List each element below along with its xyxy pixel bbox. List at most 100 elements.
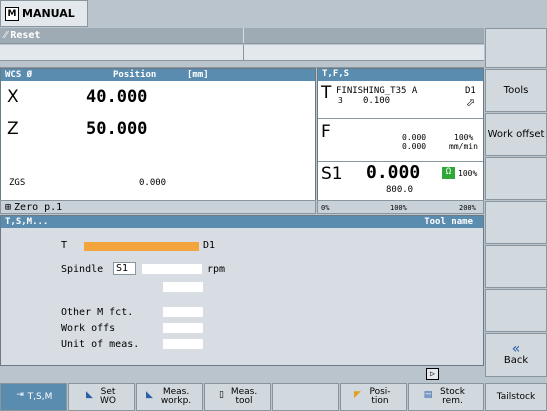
feed-letter: F <box>321 122 331 142</box>
stock-rem-softkey[interactable]: ▤ Stock rem. <box>408 383 484 411</box>
tool-name: FINISHING_T35 A <box>336 86 418 96</box>
meas-workp-softkey[interactable]: ◣ Meas. workp. <box>136 383 203 411</box>
tool-d: D1 <box>465 86 476 96</box>
tsm-title: T,S,M... <box>5 217 49 227</box>
unit-label: [mm] <box>187 70 209 80</box>
position-icon: ◤ <box>354 390 361 400</box>
tailstock-softkey[interactable]: Tailstock <box>485 383 547 411</box>
right-softkey-6[interactable] <box>485 245 547 288</box>
back-button[interactable]: « Back <box>485 333 547 377</box>
wcs-panel: WCS Ø Position [mm] X 40.000 Z 50.000 ZG… <box>0 68 316 214</box>
right-softkey-1[interactable] <box>485 28 547 68</box>
work-offs-field[interactable] <box>163 323 203 333</box>
spindle-select[interactable]: S1 <box>113 262 136 275</box>
tools-button[interactable]: Tools <box>485 69 547 112</box>
tsm-softkey-label: T,S,M <box>27 391 53 402</box>
back-icon: « <box>511 341 521 357</box>
spindle-set: 800.0 <box>386 185 414 195</box>
spindle-percent: 100% <box>458 169 478 178</box>
tool-edge-icon: ⬀ <box>466 96 476 109</box>
scale-0: 0% <box>321 204 330 212</box>
set-wo-label: Set WO <box>100 387 116 406</box>
tools-label: Tools <box>503 85 529 96</box>
spindle-value: 0.000 <box>366 162 421 183</box>
position-label: Posi- tion <box>369 387 391 406</box>
work-offset-button[interactable]: Work offset <box>485 113 547 156</box>
set-wo-softkey[interactable]: ◣ Set WO <box>68 383 135 411</box>
tfs-header: T,F,S <box>318 69 483 81</box>
right-softkey-5[interactable] <box>485 201 547 244</box>
reset-icon: ⁄⁄ <box>4 30 8 41</box>
mode-label: MANUAL <box>22 7 75 20</box>
manual-mode-icon: M <box>5 6 19 21</box>
zgs-label: ZGS <box>9 178 26 188</box>
spindle-state-icon: Ω <box>442 167 455 179</box>
feed-percent: 100% <box>454 133 474 142</box>
feed-unit: mm/min <box>449 142 478 151</box>
tsm-softkey[interactable]: ⇥ T,S,M <box>0 383 67 411</box>
position-softkey[interactable]: ◤ Posi- tion <box>340 383 407 411</box>
axis-value: 40.000 <box>86 87 148 107</box>
axis-name: Z <box>7 119 19 139</box>
d-label: D1 <box>203 240 216 251</box>
back-label: Back <box>503 355 529 366</box>
mode-indicator: M MANUAL <box>0 0 88 27</box>
spindle-label: Spindle <box>61 264 104 275</box>
scale-200: 200% <box>459 204 476 212</box>
meas-tool-label: Meas. tool <box>230 387 258 406</box>
tsm-panel: T,S,M... Tool name T D1 Spindle S1 rpm O… <box>0 215 484 366</box>
zero-point-icon: ⊞ <box>5 201 12 213</box>
meas-workp-label: Meas. workp. <box>160 387 192 406</box>
bottom-info-strip: ▷ <box>0 366 484 382</box>
tfs-panel: T,F,S T FINISHING_T35 A D1 3 0.100 ⬀ F 0… <box>317 68 484 214</box>
meas-tool-softkey[interactable]: ▯ Meas. tool <box>204 383 271 411</box>
right-softkey-4[interactable] <box>485 157 547 200</box>
right-softkey-7[interactable] <box>485 289 547 332</box>
work-offs-label: Work offs <box>61 323 116 334</box>
axis-value: 50.000 <box>86 119 148 139</box>
other-m-field[interactable] <box>163 307 203 317</box>
feed-set: 0.000 <box>402 142 427 151</box>
tsm-header: T,S,M... Tool name <box>1 216 483 228</box>
expand-arrow-icon[interactable]: ▷ <box>426 368 439 380</box>
unit-meas-field[interactable] <box>163 339 203 349</box>
feed-section: F 0.000 100% 0.000 mm/min <box>318 120 483 162</box>
scale-100: 100% <box>390 204 407 212</box>
spindle-id: S1 <box>321 164 343 184</box>
reset-status-row: ⁄⁄ Reset <box>0 28 484 44</box>
wcs-header: WCS Ø Position [mm] <box>1 69 315 81</box>
zero-point-label: Zero p.1 <box>14 201 63 213</box>
work-offset-label: Work offset <box>487 129 545 140</box>
tool-name-label: Tool name <box>424 217 473 227</box>
stock-rem-icon: ▤ <box>423 390 433 400</box>
stock-rem-label: Stock rem. <box>440 387 465 406</box>
zgs-value: 0.000 <box>139 178 167 188</box>
tool-name-field[interactable] <box>84 242 199 251</box>
other-m-label: Other M fct. <box>61 307 134 318</box>
override-scale: 0% 100% 200% <box>317 200 484 214</box>
meas-workp-icon: ◣ <box>146 390 153 400</box>
bottom-softkey-5[interactable] <box>272 383 339 411</box>
tailstock-label: Tailstock <box>496 391 536 402</box>
position-label: Position <box>113 70 157 80</box>
tool-value: 0.100 <box>363 96 391 106</box>
header-strip <box>89 0 547 27</box>
rpm-label: rpm <box>207 264 226 275</box>
tool-number: 3 <box>338 96 343 105</box>
tool-section: T FINISHING_T35 A D1 3 0.100 ⬀ <box>318 81 483 119</box>
spindle-section: S1 0.000 Ω 100% 800.0 <box>318 162 483 203</box>
reset-label: Reset <box>10 30 41 41</box>
tsm-icon: ⇥ <box>16 390 24 400</box>
axis-name: X <box>7 87 19 107</box>
tool-letter: T <box>321 83 332 103</box>
spindle-speed-field[interactable] <box>142 264 202 274</box>
wcs-title: WCS Ø <box>5 70 33 80</box>
spindle-direction-field[interactable] <box>163 282 203 292</box>
t-label: T <box>61 240 68 251</box>
feed-actual: 0.000 <box>402 133 427 142</box>
set-wo-icon: ◣ <box>86 390 93 400</box>
zero-point-bar: ⊞ Zero p.1 <box>0 200 316 214</box>
unit-meas-label: Unit of meas. <box>61 339 140 350</box>
meas-tool-icon: ▯ <box>219 390 224 400</box>
message-row <box>0 45 484 61</box>
